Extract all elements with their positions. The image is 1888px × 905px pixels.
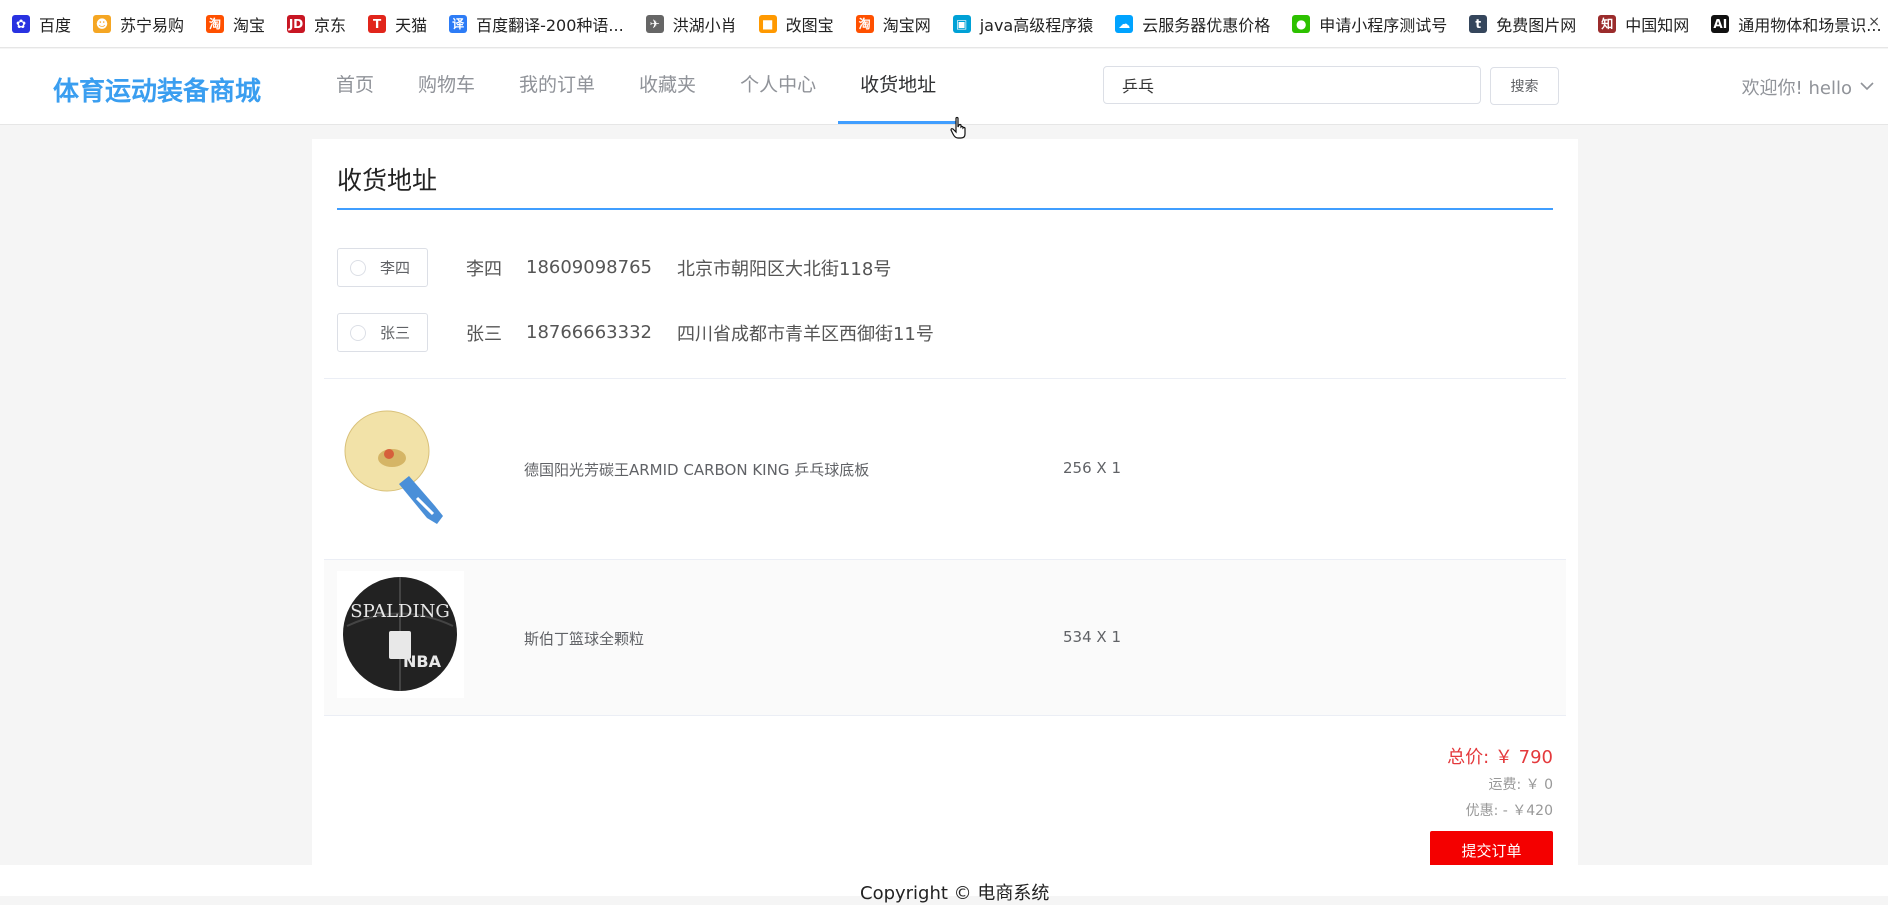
product-name[interactable]: 德国阳光芳碳王ARMID CARBON KING 乒乓球底板 (524, 459, 869, 480)
bookmark-label: 京东 (314, 15, 347, 35)
radio-circle-icon[interactable] (350, 324, 366, 341)
nav-item[interactable]: 我的订单 (497, 49, 617, 124)
cnki-icon: 知 (1598, 14, 1617, 33)
address-radio[interactable]: 张三 (337, 313, 428, 352)
nav-item[interactable]: 首页 (314, 49, 396, 124)
bookmark-item[interactable]: ● 申请小程序测试号 (1292, 12, 1447, 36)
close-icon[interactable]: × (1868, 14, 1880, 30)
bookmark-item[interactable]: 淘淘宝网 (855, 12, 931, 36)
bookmark-label: 申请小程序测试号 (1319, 15, 1448, 35)
order-total: 总价: ￥ 790 (1447, 747, 1553, 768)
bookmark-label: java高级程序猿 (979, 15, 1094, 35)
bookmark-item[interactable]: ✿ 百度 (12, 12, 71, 36)
nav-item[interactable]: 收货地址 (838, 49, 959, 124)
welcome-text: 欢迎你! hello (1741, 78, 1852, 99)
bilibili-icon: ▣ (952, 14, 971, 33)
nav-item[interactable]: 收藏夹 (617, 49, 718, 124)
bookmark-label: 淘宝网 (882, 15, 931, 35)
bookmark-label: 百度翻译-200种语... (476, 15, 624, 35)
address-detail: 四川省成都市青羊区西御街11号 (676, 323, 934, 345)
cloud-icon: ☁ (1115, 14, 1134, 33)
svg-text:SPALDING: SPALDING (350, 601, 449, 622)
divider (324, 715, 1566, 716)
product-row: 德国阳光芳碳王ARMID CARBON KING 乒乓球底板 256 X 1 (324, 379, 1566, 559)
hand-cursor-icon (950, 116, 968, 144)
bookmark-item[interactable]: t 免费图片网 (1469, 12, 1576, 36)
search-button[interactable]: 搜索 (1490, 67, 1559, 105)
discount-amount: 优惠: - ￥420 (1465, 803, 1553, 819)
address-phone: 18766663332 (526, 322, 652, 343)
product-qty: 256 X 1 (1063, 459, 1121, 477)
chevron-down-icon (1860, 79, 1874, 95)
svg-text:NBA: NBA (403, 652, 442, 671)
bookmark-item[interactable]: ■ 改图宝 (758, 12, 834, 36)
taobao-net-icon: 淘 (855, 14, 874, 33)
product-name[interactable]: 斯伯丁篮球全颗粒 (524, 628, 644, 649)
address-radio-label: 李四 (380, 259, 411, 277)
suning-icon: ☻ (93, 14, 112, 33)
bookmark-item[interactable]: 知中国知网 (1598, 12, 1689, 36)
address-detail: 北京市朝阳区大北街118号 (676, 258, 892, 280)
nav-item[interactable]: 个人中心 (718, 49, 838, 124)
address-name: 张三 (466, 323, 502, 345)
product-image-spalding-basketball: SPALDING NBA (337, 571, 464, 698)
gaitubao-icon: ■ (758, 14, 777, 33)
bookmark-label: 中国知网 (1625, 15, 1690, 35)
baidu-paw-icon: ✿ (12, 14, 30, 33)
baidu-translate-icon: 译 (449, 14, 468, 33)
bookmarks-bar: ✿ 百度 ☻ 苏宁易购淘淘宝 JD 京东 T 天猫译百度翻译-200种语... ✈ 洪湖小肖 ■ 改图… (0, 0, 1888, 48)
bookmark-label: 改图宝 (785, 15, 834, 35)
bookmark-item[interactable]: 译百度翻译-200种语... (449, 12, 624, 36)
bookmark-label: 淘宝 (233, 15, 266, 35)
section-title: 收货地址 (337, 166, 438, 195)
bookmark-item[interactable]: ☻ 苏宁易购 (93, 12, 184, 36)
bookmark-label: 苏宁易购 (120, 15, 185, 35)
bookmark-item[interactable]: ▣ java高级程序猿 (952, 12, 1094, 36)
site-logo[interactable]: 体育运动装备商城 (53, 71, 261, 108)
address-phone: 18609098765 (526, 257, 652, 278)
jd-icon: JD (287, 14, 306, 33)
submit-order-button[interactable]: 提交订单 (1430, 831, 1553, 869)
bird-icon: ✈ (645, 14, 664, 33)
address-radio[interactable]: 李四 (337, 248, 428, 287)
bookmark-item[interactable]: ✈ 洪湖小肖 (645, 12, 737, 36)
product-row: SPALDING NBA 斯伯丁篮球全颗粒 534 X 1 (324, 560, 1566, 715)
bookmark-label: 百度 (39, 15, 72, 35)
shipping-fee: 运费: ￥ 0 (1488, 777, 1553, 793)
bookmark-label: 洪湖小肖 (672, 15, 737, 35)
bookmark-item[interactable]: ☁ 云服务器优惠价格 (1115, 12, 1270, 36)
tmall-icon: T (368, 14, 387, 33)
site-header: 体育运动装备商城 首页购物车我的订单收藏夹个人中心收货地址 搜索 欢迎你! he… (0, 49, 1888, 125)
bookmark-item[interactable]: 淘淘宝 (206, 12, 265, 36)
checkout-card: 收货地址 李四 李四 18609098765 北京市朝阳区大北街118号 张三 … (312, 139, 1578, 896)
title-underline (337, 208, 1553, 210)
radio-circle-icon[interactable] (350, 259, 366, 276)
bookmark-label: 免费图片网 (1496, 15, 1577, 35)
bookmark-label: 天猫 (395, 15, 428, 35)
tumblr-icon: t (1469, 14, 1488, 33)
product-image-pingpong-paddle (337, 406, 464, 533)
bookmark-item[interactable]: AI 通用物体和场景识... (1711, 12, 1882, 36)
taobao-icon: 淘 (206, 14, 225, 33)
bookmark-label: 通用物体和场景识... (1738, 15, 1882, 35)
main-nav: 首页 购物车 我的订单 收藏夹 个人中心 收货地址 (314, 49, 959, 124)
address-row: 张三 张三 18766663332 四川省成都市青羊区西御街11号 (337, 313, 934, 352)
address-row: 李四 李四 18609098765 北京市朝阳区大北街118号 (337, 248, 891, 287)
product-qty: 534 X 1 (1063, 628, 1121, 646)
bookmark-label: 云服务器优惠价格 (1142, 15, 1271, 35)
address-name: 李四 (466, 258, 502, 280)
copyright-text: Copyright © 电商系统 (860, 883, 1050, 904)
ai-icon: AI (1711, 14, 1730, 33)
nav-item[interactable]: 购物车 (396, 49, 497, 124)
bookmark-item[interactable]: JD 京东 (287, 12, 346, 36)
footer: Copyright © 电商系统 (0, 865, 1888, 904)
address-radio-label: 张三 (380, 324, 411, 342)
bookmark-item[interactable]: T 天猫 (368, 12, 427, 36)
wechat-icon: ● (1292, 14, 1311, 33)
search-input[interactable] (1103, 66, 1481, 104)
user-menu[interactable]: 欢迎你! hello (1742, 74, 1874, 100)
